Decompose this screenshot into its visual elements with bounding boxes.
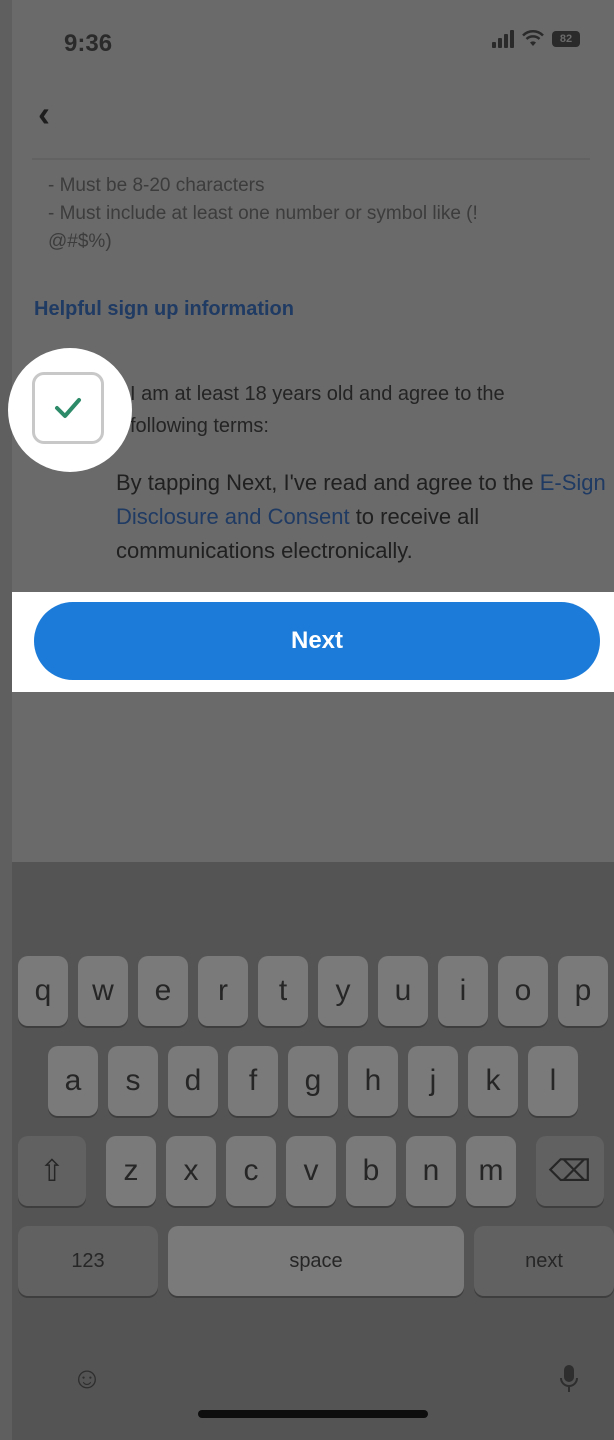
back-button[interactable]: ‹ [38, 96, 78, 136]
age-agreement-checkbox[interactable] [32, 372, 104, 444]
password-rule: - Must be 8-20 characters [48, 175, 265, 196]
password-rule: - Must include at least one number or sy… [48, 203, 478, 224]
key[interactable]: h [348, 1046, 398, 1116]
key[interactable]: i [438, 956, 488, 1026]
status-bar: 9:36 82 [12, 0, 614, 90]
key[interactable]: f [228, 1046, 278, 1116]
backspace-icon: ⌫ [548, 1154, 592, 1188]
emoji-icon[interactable]: ☺ [68, 1360, 106, 1398]
battery-icon: 82 [552, 31, 580, 47]
consent-text: By tapping Next, I've read and agree to … [116, 466, 606, 568]
key[interactable]: a [48, 1046, 98, 1116]
keyboard-row-4: 123 space next [18, 1226, 614, 1296]
space-key[interactable]: space [168, 1226, 464, 1296]
key[interactable]: z [106, 1136, 156, 1206]
next-button[interactable]: Next [34, 602, 600, 680]
status-icons: 82 [492, 30, 580, 48]
shift-key[interactable]: ⇧ [18, 1136, 86, 1206]
key[interactable]: v [286, 1136, 336, 1206]
numbers-key[interactable]: 123 [18, 1226, 158, 1296]
keyboard-row-3: ⇧ z x c v b n m ⌫ [18, 1136, 604, 1206]
password-rule: @#$%) [48, 231, 112, 252]
keyboard: q w e r t y u i o p a s d f g h j k l ⇧ … [12, 862, 614, 1440]
home-indicator [198, 1410, 428, 1418]
key[interactable]: s [108, 1046, 158, 1116]
helpful-signup-link[interactable]: Helpful sign up information [34, 298, 294, 321]
divider [32, 158, 590, 160]
shift-icon: ⇧ [39, 1154, 65, 1188]
key[interactable]: q [18, 956, 68, 1026]
delete-key[interactable]: ⌫ [536, 1136, 604, 1206]
microphone-icon[interactable] [550, 1360, 588, 1398]
key[interactable]: n [406, 1136, 456, 1206]
key[interactable]: w [78, 956, 128, 1026]
key[interactable]: c [226, 1136, 276, 1206]
chevron-left-icon: ‹ [38, 93, 50, 134]
key[interactable]: g [288, 1046, 338, 1116]
key[interactable]: d [168, 1046, 218, 1116]
age-agreement-text: I am at least 18 years old and agree to … [130, 383, 505, 437]
key[interactable]: e [138, 956, 188, 1026]
status-time: 9:36 [64, 30, 113, 57]
keyboard-row-2: a s d f g h j k l [48, 1046, 578, 1116]
key[interactable]: m [466, 1136, 516, 1206]
password-rules: - Must be 8-20 characters - Must include… [48, 172, 588, 256]
key[interactable]: o [498, 956, 548, 1026]
next-key[interactable]: next [474, 1226, 614, 1296]
next-highlight-band: Next [12, 592, 614, 692]
key[interactable]: y [318, 956, 368, 1026]
keyboard-row-1: q w e r t y u i o p [18, 956, 608, 1026]
wifi-icon [522, 30, 544, 46]
key[interactable]: p [558, 956, 608, 1026]
key[interactable]: k [468, 1046, 518, 1116]
key[interactable]: j [408, 1046, 458, 1116]
checkmark-icon [55, 398, 81, 418]
consent-prefix: By tapping Next, I've read and agree to … [116, 470, 540, 495]
key[interactable]: r [198, 956, 248, 1026]
signal-icon [492, 30, 514, 48]
key[interactable]: x [166, 1136, 216, 1206]
key[interactable]: u [378, 956, 428, 1026]
key[interactable]: b [346, 1136, 396, 1206]
key[interactable]: l [528, 1046, 578, 1116]
key[interactable]: t [258, 956, 308, 1026]
